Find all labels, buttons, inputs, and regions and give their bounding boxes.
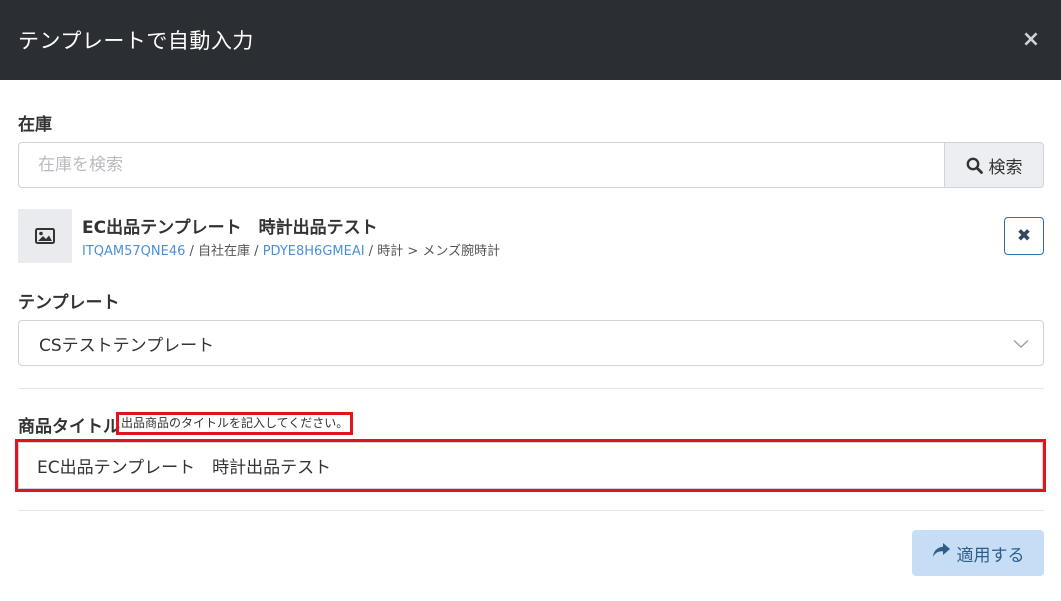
selected-stock-item: EC出品テンプレート 時計出品テスト ITQAM57QNE46 / 自社在庫 /…	[18, 209, 1044, 263]
template-autofill-modal: テンプレートで自動入力 × 在庫 検索 EC出品テンプレート 時計出品テスト	[0, 0, 1061, 601]
template-select-value: CSテストテンプレート	[39, 335, 215, 356]
product-title-highlight	[15, 439, 1046, 492]
apply-button[interactable]: 適用する	[912, 530, 1044, 576]
share-arrow-icon	[932, 543, 950, 563]
product-title-label: 商品タイトル	[18, 417, 120, 437]
stock-warehouse: 自社在庫	[198, 244, 251, 259]
apply-button-label: 適用する	[956, 545, 1025, 566]
stock-search-input[interactable]	[18, 142, 944, 188]
template-label: テンプレート	[18, 293, 120, 313]
stock-label: 在庫	[18, 115, 52, 135]
stock-sku-link[interactable]: PDYE8H6GMEAI	[263, 244, 365, 259]
meta-separator: /	[364, 244, 378, 259]
modal-header: テンプレートで自動入力 ×	[0, 0, 1061, 80]
divider	[18, 510, 1044, 511]
chevron-down-icon	[1013, 334, 1029, 353]
close-icon[interactable]: ×	[1019, 28, 1043, 52]
template-select[interactable]: CSテストテンプレート	[18, 320, 1044, 366]
stock-code-link[interactable]: ITQAM57QNE46	[82, 244, 185, 259]
meta-separator: /	[185, 244, 199, 259]
search-button-label: 検索	[988, 157, 1023, 178]
divider	[18, 388, 1044, 389]
image-placeholder-icon	[18, 209, 72, 263]
product-title-hint: 出品商品のタイトルを記入してください。	[116, 412, 354, 435]
search-button[interactable]: 検索	[944, 142, 1044, 188]
stock-item-title: EC出品テンプレート 時計出品テスト	[82, 218, 378, 238]
remove-item-button[interactable]: ✖	[1004, 217, 1044, 255]
close-icon: ✖	[1016, 226, 1032, 246]
search-icon	[966, 157, 983, 174]
stock-category: 時計 > メンズ腕時計	[377, 244, 501, 259]
product-title-input[interactable]	[18, 442, 1043, 489]
stock-item-meta: ITQAM57QNE46 / 自社在庫 / PDYE8H6GMEAI / 時計 …	[82, 240, 500, 259]
stock-search-group: 検索	[18, 142, 1044, 188]
modal-title: テンプレートで自動入力	[18, 29, 254, 53]
meta-separator: /	[250, 244, 263, 259]
